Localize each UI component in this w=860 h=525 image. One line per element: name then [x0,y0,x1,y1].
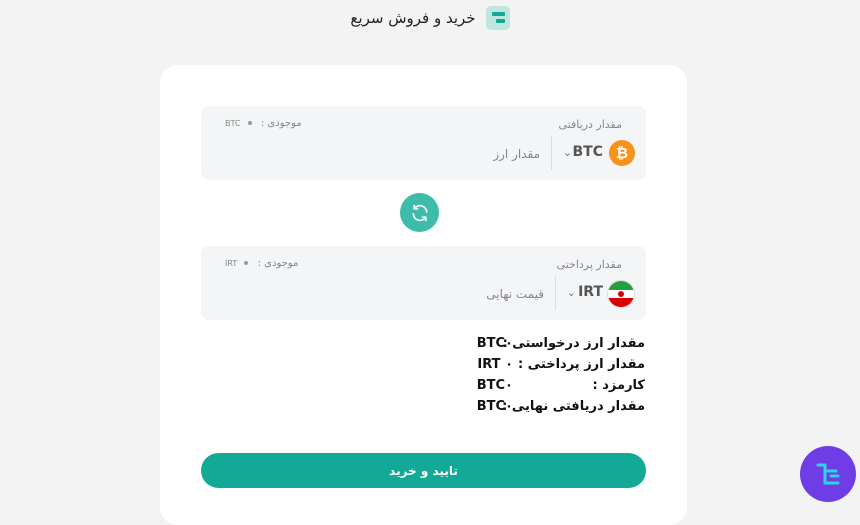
trade-card: مقدار دریافتی موجودی : BTC ₿ BTC ⌄ مقدار… [160,65,687,525]
summary-row: مقدار ارز درخواستی : BTC۰ [476,336,645,351]
page-header: خرید و فروش سریع [0,6,860,30]
receive-currency-symbol[interactable]: BTC [573,144,604,160]
pay-box: مقدار پرداختی موجودی : IRT IRT ⌄ [201,246,646,320]
summary-row: کارمزد : BTC۰ [476,378,645,393]
support-badge-icon[interactable] [800,446,856,502]
page-title: خرید و فروش سریع [350,9,476,27]
receive-balance: موجودی : BTC [225,118,302,129]
iran-flag-icon [607,280,635,308]
summary-row: مقدار ارز پرداختی : IRT ۰ [477,357,645,372]
order-summary: مقدار ارز درخواستی : BTC۰ مقدار ارز پردا… [345,336,645,420]
summary-row: مقدار دریافتی نهایی : BTC۰ [476,399,645,414]
pay-currency-symbol[interactable]: IRT [578,284,603,300]
pay-balance-currency: IRT [225,259,238,268]
bitcoin-icon: ₿ [609,140,635,166]
chevron-down-icon[interactable]: ⌄ [563,146,572,159]
swap-button[interactable] [400,193,439,232]
pay-amount-input[interactable] [342,278,546,310]
receive-balance-currency: BTC [225,119,241,128]
divider [551,136,552,170]
pay-balance: موجودی : IRT [225,258,299,269]
balance-dot [247,121,252,125]
confirm-buy-button[interactable]: تایید و خرید [201,453,646,488]
receive-box: مقدار دریافتی موجودی : BTC ₿ BTC ⌄ [201,106,646,180]
divider [555,276,556,310]
pay-label: مقدار پرداختی [556,258,622,271]
receive-amount-input[interactable] [338,138,542,170]
swap-arrows-icon [412,204,427,221]
exchange-logo-icon [485,6,510,30]
chevron-down-icon[interactable]: ⌄ [567,286,576,299]
receive-label: مقدار دریافتی [558,118,622,131]
balance-dot [244,261,249,265]
